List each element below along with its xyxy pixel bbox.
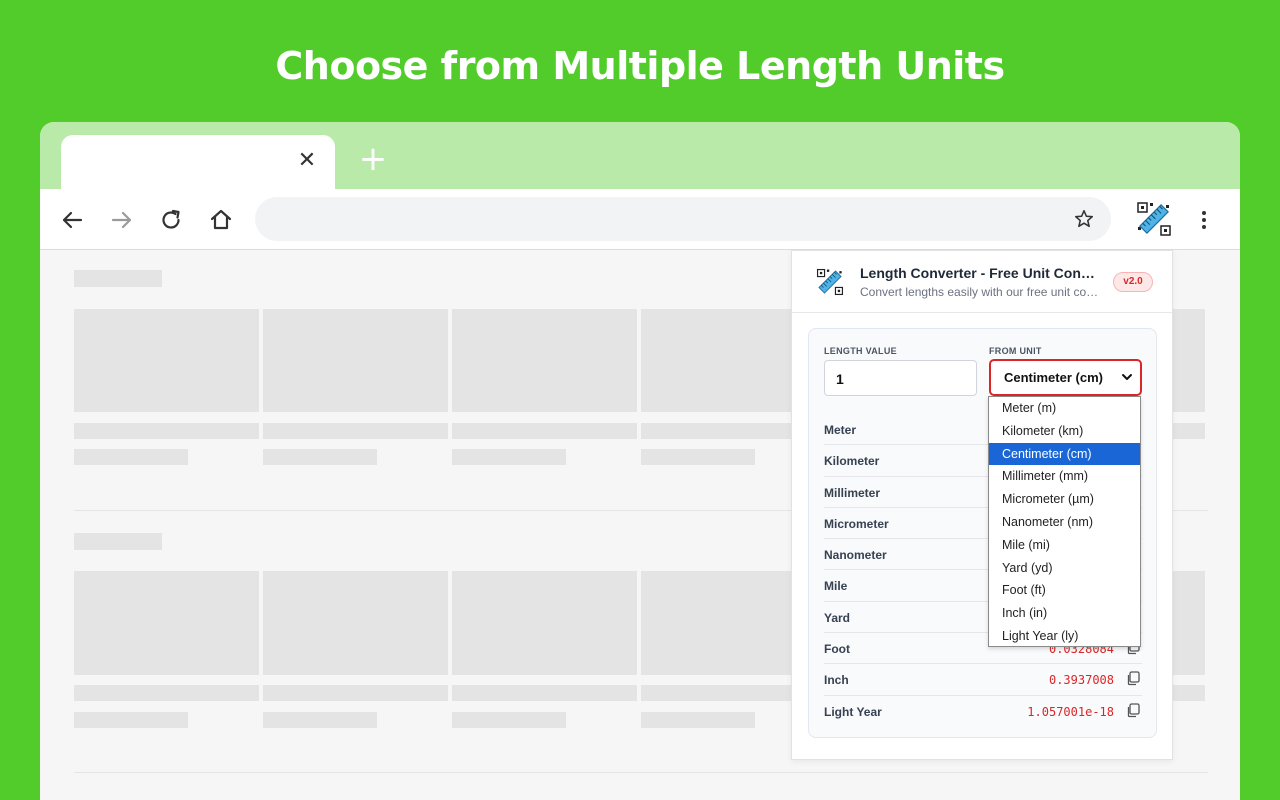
placeholder-text [74, 449, 188, 465]
placeholder-text [263, 685, 448, 701]
unit-option[interactable]: Centimeter (cm) [989, 442, 1140, 466]
copy-icon[interactable] [1126, 671, 1140, 686]
extension-ruler-icon[interactable] [1136, 201, 1172, 237]
home-icon[interactable] [206, 205, 236, 235]
forward-icon[interactable] [107, 205, 137, 235]
address-bar[interactable] [255, 197, 1111, 241]
ruler-logo-icon [816, 268, 844, 296]
reload-icon[interactable] [156, 205, 186, 235]
new-tab-icon[interactable]: + [358, 142, 388, 176]
placeholder-text [74, 712, 188, 728]
chevron-down-icon [1122, 374, 1132, 380]
result-unit-name: Kilometer [824, 454, 880, 469]
tab-strip: ✕ + [40, 122, 1240, 189]
placeholder-text [74, 423, 259, 439]
placeholder-text [74, 685, 259, 701]
browser-toolbar [40, 189, 1240, 250]
unit-option[interactable]: Mile (mi) [989, 534, 1140, 557]
back-icon[interactable] [57, 205, 87, 235]
placeholder-card [74, 309, 259, 412]
placeholder-card [1173, 309, 1205, 412]
from-unit-selected-value: Centimeter (cm) [1004, 370, 1103, 385]
placeholder-text [641, 449, 755, 465]
result-unit-name: Millimeter [824, 485, 881, 500]
popup-header: Length Converter - Free Unit Converter C… [792, 251, 1172, 313]
unit-option[interactable]: Inch (in) [989, 602, 1140, 625]
page-headline: Choose from Multiple Length Units [275, 44, 1005, 88]
length-value-label: LENGTH VALUE [824, 346, 897, 356]
popup-subtitle: Convert lengths easily with our free uni… [860, 285, 1100, 299]
placeholder-text [1173, 685, 1205, 701]
placeholder-text [263, 423, 448, 439]
popup-title: Length Converter - Free Unit Converter [860, 265, 1100, 281]
placeholder-card [263, 309, 448, 412]
placeholder-card [452, 309, 637, 412]
placeholder-text [641, 712, 755, 728]
length-value-input[interactable]: 1 [824, 360, 977, 396]
placeholder-text [641, 685, 791, 701]
result-unit-name: Micrometer [824, 516, 889, 531]
unit-option[interactable]: Millimeter (mm) [989, 465, 1140, 488]
version-badge: v2.0 [1113, 272, 1153, 292]
placeholder-card [641, 571, 791, 675]
unit-dropdown-list[interactable]: Meter (m) Kilometer (km) Centimeter (cm) Mi… [988, 396, 1141, 647]
from-unit-label: FROM UNIT [989, 346, 1042, 356]
result-row: Inch 0.3937008 [824, 664, 1142, 696]
placeholder-text [1173, 423, 1205, 439]
placeholder-text [452, 685, 637, 701]
star-icon[interactable] [1073, 208, 1095, 230]
browser-tab[interactable]: ✕ [61, 135, 335, 189]
close-tab-icon[interactable]: ✕ [295, 149, 319, 173]
result-unit-name: Light Year [824, 704, 882, 719]
placeholder-heading [74, 270, 162, 287]
placeholder-card [452, 571, 637, 675]
result-row: Light Year 1.057001e-18 [824, 696, 1142, 727]
placeholder-card [263, 571, 448, 675]
unit-option[interactable]: Light Year (ly) [989, 625, 1140, 648]
placeholder-text [263, 712, 377, 728]
placeholder-card [74, 571, 259, 675]
unit-option[interactable]: Yard (yd) [989, 557, 1140, 580]
unit-option[interactable]: Meter (m) [989, 397, 1140, 420]
placeholder-text [641, 423, 791, 439]
placeholder-text [452, 423, 637, 439]
copy-icon[interactable] [1126, 703, 1140, 718]
result-unit-name: Nanometer [824, 548, 887, 563]
placeholder-text [452, 449, 566, 465]
unit-option[interactable]: Micrometer (µm) [989, 488, 1140, 511]
result-unit-name: Meter [824, 423, 857, 437]
result-unit-name: Yard [824, 610, 851, 625]
result-unit-name: Inch [824, 673, 849, 688]
result-value: 0.3937008 [1048, 673, 1114, 688]
placeholder-text [452, 712, 566, 728]
result-unit-name: Foot [824, 642, 850, 657]
unit-option[interactable]: Nanometer (nm) [989, 511, 1140, 534]
placeholder-heading [74, 533, 162, 550]
result-value: 1.057001e-18 [1027, 704, 1114, 719]
placeholder-card [641, 309, 791, 412]
unit-option[interactable]: Foot (ft) [989, 579, 1140, 602]
placeholder-text [263, 449, 377, 465]
result-unit-name: Mile [824, 579, 848, 594]
placeholder-divider [74, 772, 1208, 773]
unit-option[interactable]: Kilometer (km) [989, 420, 1140, 443]
menu-dots-icon[interactable] [1192, 206, 1216, 234]
from-unit-select[interactable]: Centimeter (cm) [989, 359, 1142, 396]
